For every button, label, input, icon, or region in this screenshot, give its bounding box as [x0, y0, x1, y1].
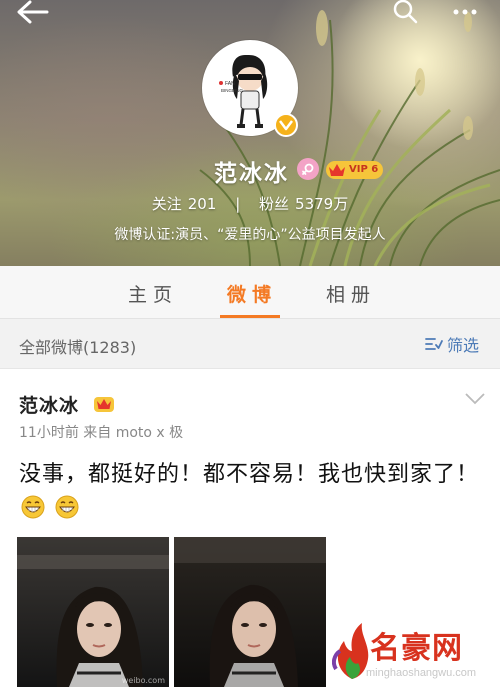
post-photo-1[interactable]: weibo.com [17, 537, 169, 687]
svg-text:FAN: FAN [225, 81, 235, 87]
filter-button[interactable]: 筛选 [425, 333, 479, 355]
vip-crown-icon[interactable] [94, 394, 114, 412]
stats-row: 关注 201 | 粉丝 5379万 [0, 193, 500, 214]
filter-bar: 全部微博(1283) 筛选 [0, 319, 500, 369]
selfie-photo [17, 537, 169, 687]
following-stat[interactable]: 关注 201 [152, 193, 217, 214]
name-row: 范冰冰 VIP 6 [0, 154, 500, 187]
all-weibo-count: 全部微博(1283) [19, 338, 137, 357]
tab-album[interactable]: 相册 [326, 280, 376, 307]
chevron-down-icon[interactable] [465, 393, 485, 405]
filter-button-label: 筛选 [447, 336, 480, 355]
verified-v-icon [279, 120, 293, 131]
filter-icon [425, 338, 443, 350]
followers-stat[interactable]: 粉丝 5379万 [259, 193, 348, 214]
stats-separator: | [235, 195, 241, 213]
svg-text:BINGBING: BINGBING [221, 88, 244, 93]
post-text: 没事，都挺好的！都不容易！我也快到家了！ [19, 457, 479, 527]
verification-text: 微博认证:演员、“爱里的心”公益项目发起人 [114, 227, 386, 243]
active-tab-indicator [220, 315, 280, 318]
site-watermark-logo: 名豪网 minghaoshangwu.com [326, 615, 500, 696]
user-name: 范冰冰 [214, 161, 289, 187]
tab-home[interactable]: 主页 [128, 280, 178, 307]
profile-tabs: 主页 微博 相册 [0, 266, 500, 319]
photo-watermark: weibo.com [121, 676, 165, 685]
back-arrow-icon [17, 0, 49, 24]
search-button[interactable] [390, 0, 420, 24]
verified-badge [274, 113, 298, 137]
tab-weibo[interactable]: 微博 [227, 280, 277, 307]
vip-label: VIP 6 [349, 164, 379, 175]
post-meta: 11小时前 来自 moto x 极 [19, 425, 184, 441]
following-count: 201 [187, 195, 217, 213]
watermark-site-url: minghaoshangwu.com [366, 667, 477, 679]
following-label: 关注 [151, 195, 182, 213]
crown-icon [329, 164, 345, 176]
more-dots-icon [453, 9, 477, 15]
followers-label: 粉丝 [259, 195, 290, 213]
search-icon [393, 0, 418, 24]
post-body: 没事，都挺好的！都不容易！我也快到家了！ [19, 462, 480, 487]
followers-count: 5379万 [295, 195, 349, 213]
post-author-name[interactable]: 范冰冰 [19, 391, 79, 418]
post-photo-2[interactable] [174, 537, 326, 687]
vip-badge[interactable]: VIP 6 [326, 161, 384, 179]
grin-emoji-icon [55, 495, 79, 519]
profile-header: FAN BINGBING 范冰冰 VIP 6 关注 201 | 粉丝 5379万… [0, 0, 500, 266]
back-button[interactable] [14, 0, 50, 24]
female-gender-icon [297, 158, 319, 180]
more-options-button[interactable] [450, 0, 480, 24]
grin-emoji-icon [21, 495, 45, 519]
selfie-photo [174, 537, 326, 687]
watermark-site-name: 名豪网 [370, 631, 463, 666]
